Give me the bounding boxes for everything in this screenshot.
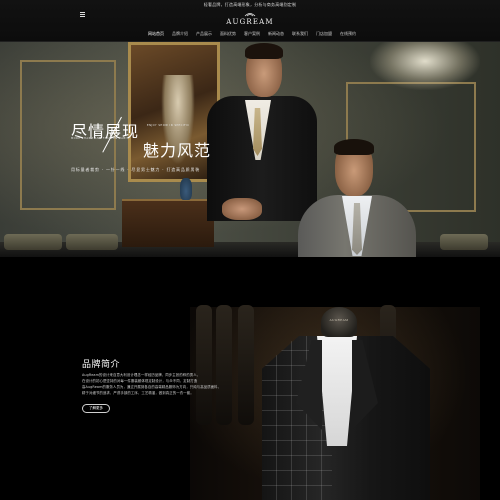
top-notice: 轻奢品牌，打造高端形象，分析与商务高端别定制 bbox=[203, 2, 297, 7]
brand-emblem-icon bbox=[244, 13, 256, 17]
nav-item-news[interactable]: 新闻动态 bbox=[268, 31, 284, 37]
stool bbox=[440, 234, 488, 250]
nav-item-contact[interactable]: 联系我们 bbox=[292, 31, 308, 37]
nav-item-cases[interactable]: 客户案例 bbox=[244, 31, 260, 37]
nav-item-brand[interactable]: 品牌介绍 bbox=[172, 31, 188, 37]
intro-body-line: 精于对细节的追求，严谨手部的工序，工艺精湛，做到真正的一衣一套。 bbox=[82, 391, 194, 395]
brand-name: AUGREAM bbox=[226, 18, 274, 26]
rack-suit bbox=[196, 305, 212, 425]
nav-item-booking[interactable]: 在线预约 bbox=[340, 31, 356, 37]
nav-item-fabric[interactable]: 面料优势 bbox=[220, 31, 236, 37]
learn-more-button[interactable]: 了解更多 bbox=[82, 404, 110, 413]
hero-slogan-en-1: ENJOY SHOW IN SPECIFIC bbox=[147, 124, 190, 127]
hero-tagline: 用标量者裁剪 · 一针一线 · 尽显男士魅力 · 打造高品质男装 bbox=[71, 167, 201, 172]
hero-cabinet bbox=[122, 199, 214, 247]
brand-logo[interactable]: AUGREAM bbox=[0, 11, 500, 26]
intro-title: 品牌简介 bbox=[82, 360, 121, 370]
mannequin-label: AUGREAM bbox=[329, 318, 349, 322]
mannequin-head bbox=[321, 307, 357, 337]
main-nav: 网站首页 品牌介绍 产品展示 面料优势 客户案例 新闻动态 联系我们 门店加盟 … bbox=[148, 31, 356, 37]
chandelier bbox=[370, 42, 480, 90]
nav-item-products[interactable]: 产品展示 bbox=[196, 31, 212, 37]
rack-suit bbox=[238, 305, 254, 425]
intro-body: AugReam的设计来自意大利设计理念一样经历品牌，同步主张的称的男人， 在设计… bbox=[82, 372, 242, 396]
stool bbox=[66, 234, 118, 250]
rack-suit bbox=[216, 305, 232, 425]
nav-item-home[interactable]: 网站首页 bbox=[148, 31, 164, 37]
hero-slogan-line2: 魅力风范 bbox=[143, 141, 212, 160]
stool bbox=[4, 234, 62, 250]
hero-vase bbox=[180, 178, 192, 200]
nav-item-franchise[interactable]: 门店加盟 bbox=[316, 31, 332, 37]
header: 轻奢品牌，打造高端形象，分析与商务高端别定制 AUGREAM 网站首页 品牌介绍… bbox=[0, 0, 500, 42]
hero-slogan-en-2: MORE CHARM AND FASHION HABIT bbox=[71, 137, 129, 140]
